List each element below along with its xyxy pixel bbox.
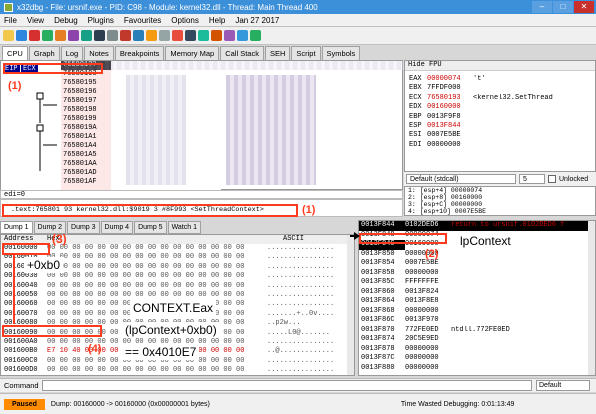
annotation-arrows bbox=[13, 232, 360, 324]
